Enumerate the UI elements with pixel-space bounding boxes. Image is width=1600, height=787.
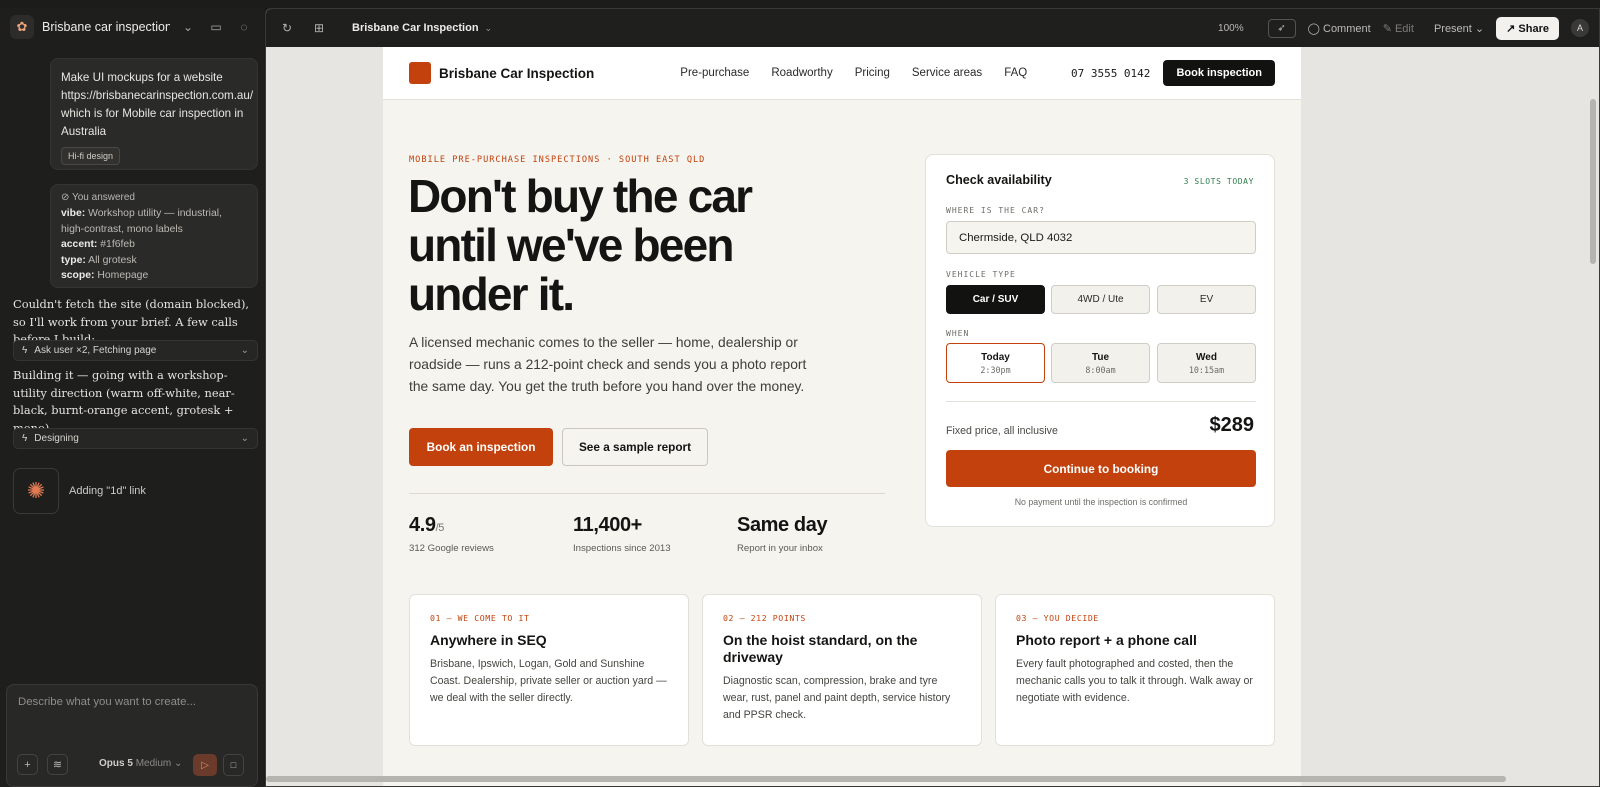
nav-links: Pre-purchase Roadworthy Pricing Service … bbox=[680, 67, 1027, 79]
edit-button[interactable]: ✎ Edit bbox=[1383, 22, 1414, 35]
when-label: WHEN bbox=[946, 329, 970, 338]
chevron-down-icon: ⌄ bbox=[1474, 22, 1485, 35]
hero-subhead: A licensed mechanic comes to the seller … bbox=[409, 335, 807, 394]
book-inspection-button[interactable]: Book inspection bbox=[1163, 60, 1275, 86]
tool-call-ask[interactable]: ϟ Ask user ×2, Fetching page ⌄ bbox=[13, 340, 258, 361]
user-message: Make UI mockups for a website https://br… bbox=[50, 58, 258, 170]
waveform-icon[interactable]: ≋ bbox=[47, 754, 68, 775]
brand-name[interactable]: Brisbane Car Inspection bbox=[439, 66, 594, 81]
stop-icon[interactable]: □ bbox=[223, 754, 244, 776]
slots-badge: 3 SLOTS TODAY bbox=[1183, 177, 1254, 186]
when-option-today[interactable]: Today 2:30pm bbox=[946, 343, 1045, 383]
sample-report-button[interactable]: See a sample report bbox=[562, 428, 708, 466]
chevron-down-icon: ⌄ bbox=[174, 758, 183, 769]
website-page: Brisbane Car Inspection Pre-purchase Roa… bbox=[383, 47, 1301, 786]
when-option-tue[interactable]: Tue 8:00am bbox=[1051, 343, 1150, 383]
layout-icon[interactable]: ⊞ bbox=[308, 17, 330, 39]
chat-bubble-icon[interactable]: ◌ bbox=[234, 17, 254, 37]
model-selector[interactable]: Opus 5 Medium ⌄ bbox=[99, 758, 182, 769]
pencil-icon: ✎ bbox=[1382, 22, 1395, 35]
chat-header: ✿ Brisbane car inspection m... ⌄ ▭ ◌ bbox=[0, 8, 264, 46]
sparkle-icon: ✺ bbox=[13, 468, 59, 514]
project-title[interactable]: Brisbane car inspection m... bbox=[42, 20, 170, 34]
answer-accent: accent: #1f6feb bbox=[61, 239, 135, 250]
answered-header: ⊘ You answered bbox=[61, 192, 135, 203]
horizontal-scrollbar[interactable] bbox=[266, 776, 1506, 782]
zoom-level[interactable]: 100% bbox=[1218, 23, 1244, 34]
chevron-down-icon: ⌄ bbox=[240, 345, 249, 356]
when-option-wed[interactable]: Wed 10:15am bbox=[1157, 343, 1256, 383]
plus-icon[interactable]: + bbox=[17, 754, 38, 775]
comment-button[interactable]: ◯ Comment bbox=[1308, 22, 1371, 35]
payment-note: No payment until the inspection is confi… bbox=[1014, 497, 1188, 507]
share-button[interactable]: ↗ Share bbox=[1496, 16, 1559, 40]
chevron-down-icon: ⌄ bbox=[240, 433, 249, 444]
chevron-down-icon: ⌄ bbox=[484, 23, 493, 33]
refresh-icon[interactable]: ↻ bbox=[276, 17, 298, 39]
feature-card-212-points: 02 — 212 POINTS On the hoist standard, o… bbox=[702, 594, 982, 746]
bolt-icon: ϟ bbox=[22, 345, 28, 356]
book-an-inspection-button[interactable]: Book an inspection bbox=[409, 428, 553, 466]
avatar[interactable]: A bbox=[1571, 19, 1589, 37]
answer-vibe: vibe: Workshop utility — industrial, hig… bbox=[61, 208, 222, 235]
nav-link-pricing[interactable]: Pricing bbox=[855, 67, 890, 79]
present-button[interactable]: Present ⌄ bbox=[1434, 22, 1484, 35]
vehicle-option-car-suv[interactable]: Car / SUV bbox=[946, 285, 1045, 314]
brand-logo[interactable] bbox=[409, 62, 431, 84]
palette-icon[interactable]: ✿ bbox=[10, 15, 34, 39]
stat-inspections: 11,400+ Inspections since 2013 bbox=[573, 514, 671, 554]
vehicle-option-ev[interactable]: EV bbox=[1157, 285, 1256, 314]
chat-panel: ✿ Brisbane car inspection m... ⌄ ▭ ◌ Mak… bbox=[0, 8, 264, 787]
status-row: ✺ Adding "1d" link bbox=[13, 468, 146, 514]
status-text: Adding "1d" link bbox=[69, 485, 146, 497]
hero-headline: Don't buy the car until we've been under… bbox=[408, 170, 753, 320]
assistant-message-2: Building it — going with a workshop-util… bbox=[13, 368, 235, 435]
answers-card: ⊘ You answered vibe: Workshop utility — … bbox=[50, 184, 258, 288]
continue-booking-button[interactable]: Continue to booking bbox=[946, 450, 1256, 487]
divider bbox=[409, 493, 885, 494]
site-nav: Brisbane Car Inspection Pre-purchase Roa… bbox=[383, 47, 1301, 100]
comment-icon: ◯ bbox=[1307, 22, 1323, 35]
stat-rating: 4.9/5 312 Google reviews bbox=[409, 514, 494, 554]
toolbar-actions: 100% ➶ ◯ Comment ✎ Edit Present ⌄ ↗ Shar… bbox=[1218, 16, 1589, 40]
where-label: WHERE IS THE CAR? bbox=[946, 206, 1045, 215]
booking-title: Check availability bbox=[946, 173, 1052, 187]
nav-link-pre-purchase[interactable]: Pre-purchase bbox=[680, 67, 749, 79]
feature-card-anywhere: 01 — WE COME TO IT Anywhere in SEQ Brisb… bbox=[409, 594, 689, 746]
answer-scope: scope: Homepage bbox=[61, 270, 149, 281]
location-input[interactable]: Chermside, QLD 4032 bbox=[946, 221, 1256, 254]
user-chip: Hi-fi design bbox=[61, 147, 121, 165]
panel-toggle-icon[interactable]: ▭ bbox=[206, 17, 226, 37]
price: $289 bbox=[1209, 414, 1255, 436]
check-circle-icon: ⊘ bbox=[61, 192, 72, 203]
tool-call-designing[interactable]: ϟ Designing ⌄ bbox=[13, 428, 258, 449]
feature-card-you-decide: 03 — YOU DECIDE Photo report + a phone c… bbox=[995, 594, 1275, 746]
nav-link-service-areas[interactable]: Service areas bbox=[912, 67, 982, 79]
share-icon: ↗ bbox=[1506, 22, 1519, 35]
send-icon[interactable]: ▷ bbox=[193, 754, 217, 776]
composer-input[interactable]: Describe what you want to create... bbox=[18, 696, 196, 708]
file-title[interactable]: Brisbane Car Inspection ⌄ bbox=[352, 22, 492, 34]
canvas-frame: ↻ ⊞ Brisbane Car Inspection ⌄ 100% ➶ ◯ Co… bbox=[265, 8, 1600, 787]
canvas-toolbar: ↻ ⊞ Brisbane Car Inspection ⌄ 100% ➶ ◯ Co… bbox=[266, 9, 1599, 47]
fixed-price-label: Fixed price, all inclusive bbox=[946, 425, 1058, 437]
bolt-icon: ϟ bbox=[22, 433, 28, 444]
card-divider bbox=[946, 401, 1256, 402]
user-message-text: Make UI mockups for a website https://br… bbox=[61, 71, 254, 138]
booking-card: Check availability 3 SLOTS TODAY WHERE I… bbox=[925, 154, 1275, 527]
vehicle-label: VEHICLE TYPE bbox=[946, 270, 1016, 279]
chevron-down-icon[interactable]: ⌄ bbox=[178, 17, 198, 37]
vehicle-option-4wd-ute[interactable]: 4WD / Ute bbox=[1051, 285, 1150, 314]
composer[interactable]: Describe what you want to create... + ≋ … bbox=[6, 684, 258, 787]
cursor-icon[interactable]: ➶ bbox=[1267, 18, 1296, 38]
answer-type: type: All grotesk bbox=[61, 254, 137, 266]
stat-same-day: Same day Report in your inbox bbox=[737, 514, 828, 554]
nav-link-faq[interactable]: FAQ bbox=[1004, 67, 1027, 79]
vertical-scrollbar[interactable] bbox=[1590, 99, 1596, 264]
nav-link-roadworthy[interactable]: Roadworthy bbox=[771, 67, 832, 79]
phone-number[interactable]: 07 3555 0142 bbox=[1071, 67, 1150, 80]
hero-eyebrow: MOBILE PRE-PURCHASE INSPECTIONS · SOUTH … bbox=[409, 155, 706, 165]
